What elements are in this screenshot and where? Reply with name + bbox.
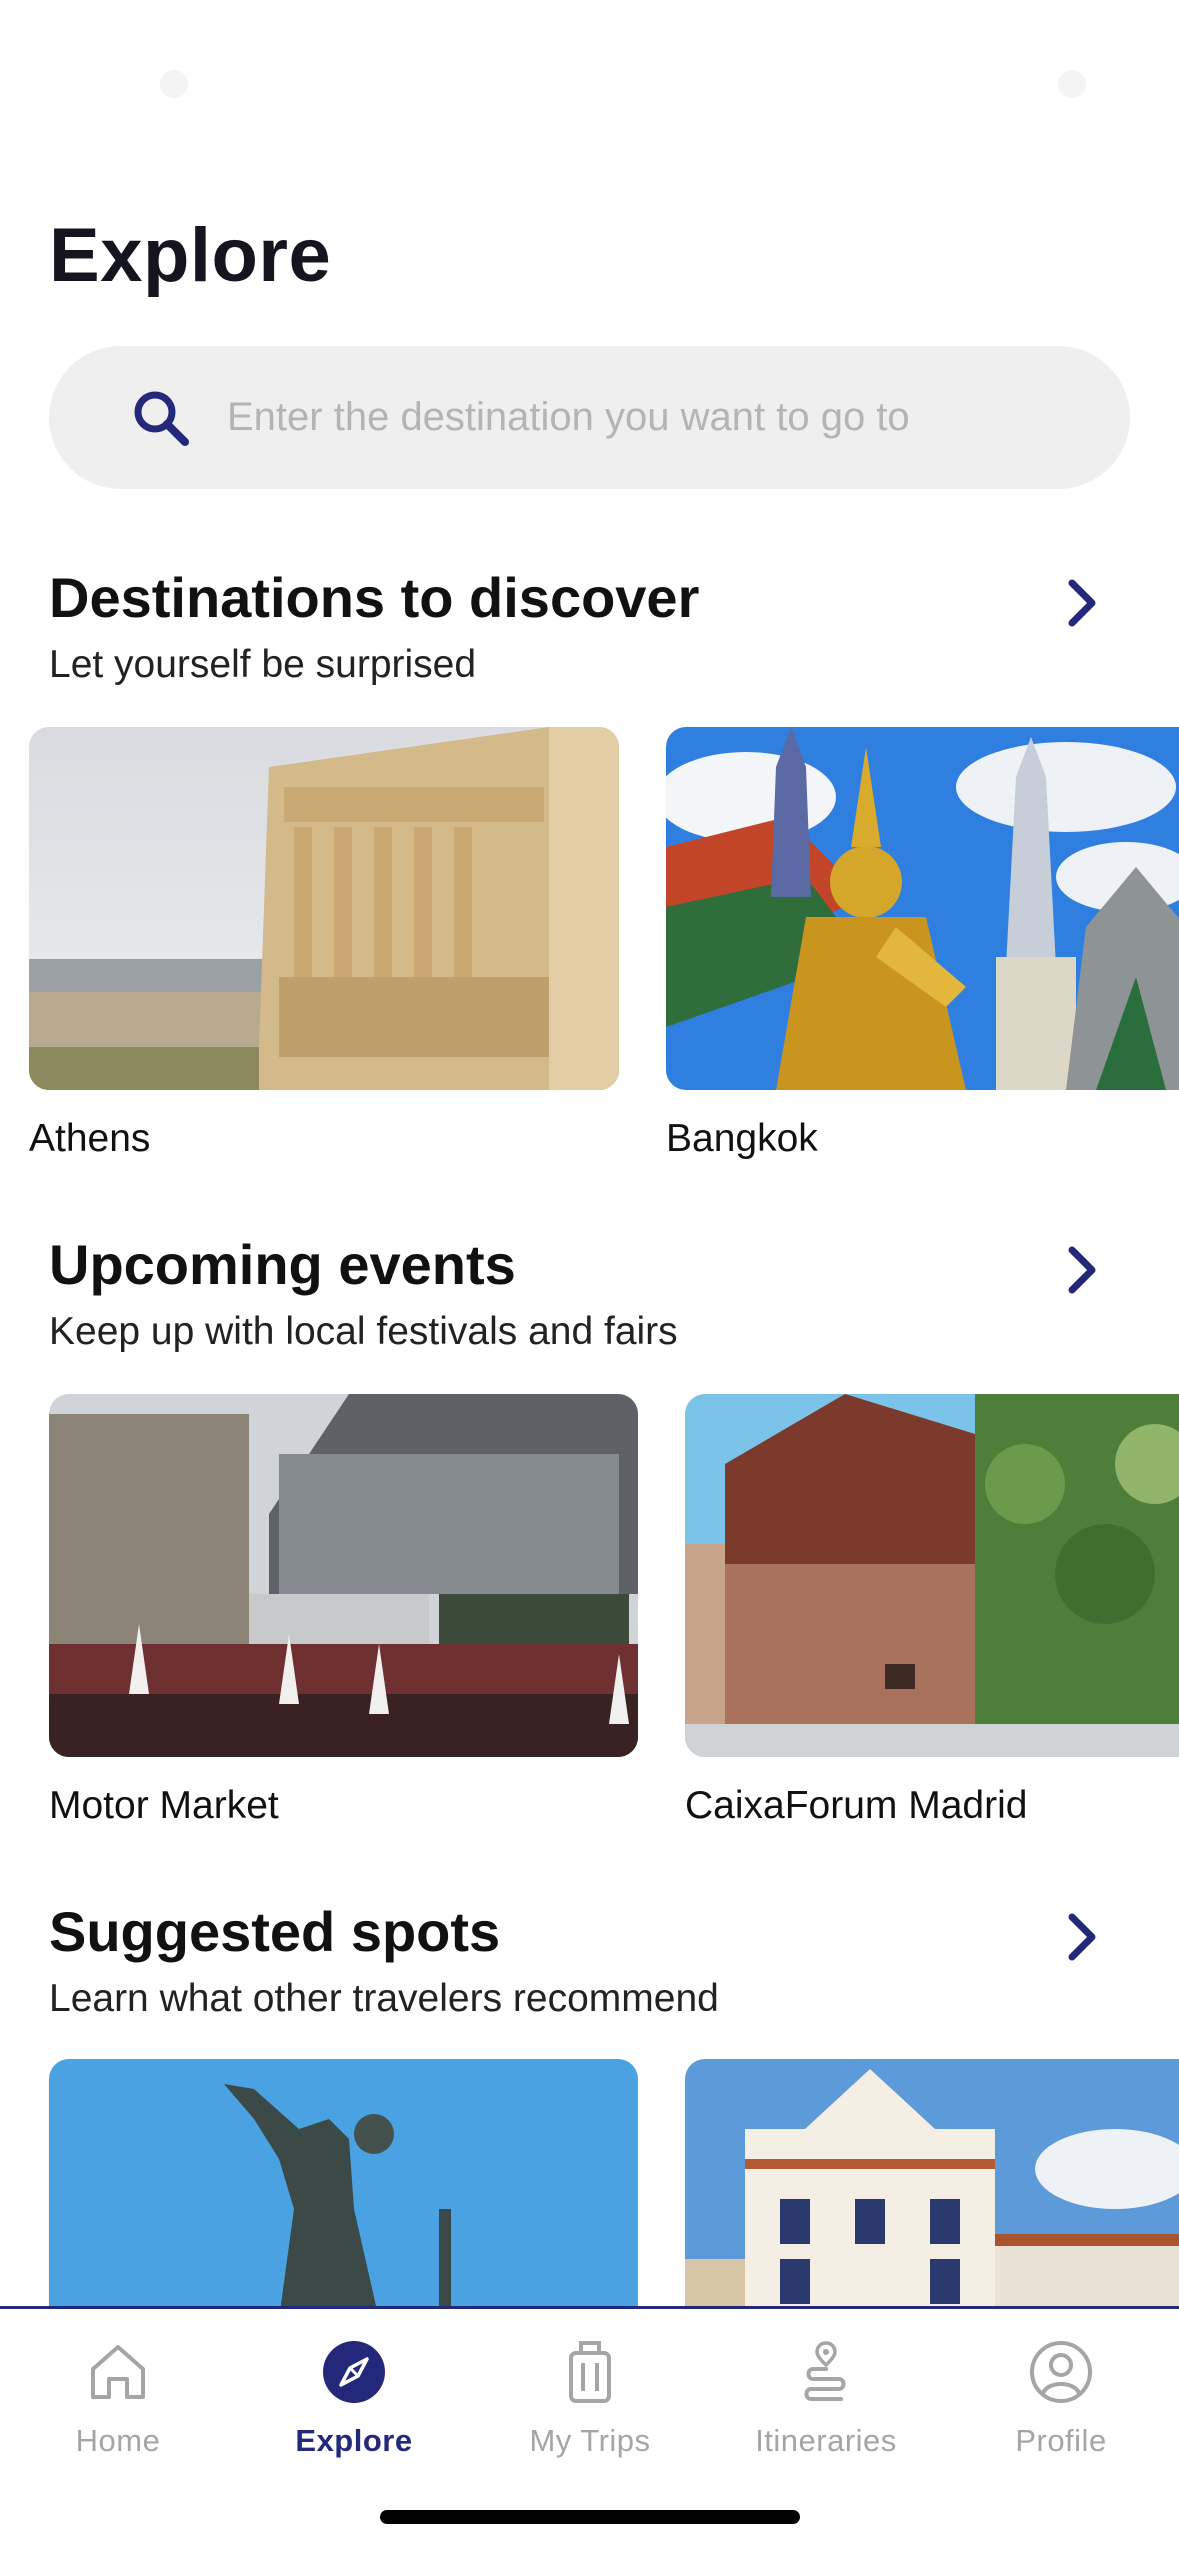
section-destinations: Destinations to discover Let yourself be… xyxy=(0,565,1179,1185)
event-card-motor-market[interactable]: Motor Market xyxy=(49,1394,638,1844)
search-input[interactable] xyxy=(227,395,1087,440)
section-spots: Suggested spots Learn what other travele… xyxy=(0,1899,1179,2319)
status-bar xyxy=(0,0,1179,170)
tab-home[interactable]: Home xyxy=(0,2339,236,2489)
tab-itineraries[interactable]: Itineraries xyxy=(708,2339,944,2489)
tab-profile[interactable]: Profile xyxy=(943,2339,1179,2489)
tab-label: Profile xyxy=(1015,2423,1107,2458)
section-title: Destinations to discover xyxy=(49,566,700,629)
section-events: Upcoming events Keep up with local festi… xyxy=(0,1232,1179,1852)
tab-label: Explore xyxy=(295,2423,413,2458)
route-icon xyxy=(804,2341,846,2401)
athens-photo xyxy=(29,727,619,1090)
spot-card[interactable] xyxy=(49,2059,638,2319)
destination-card-athens[interactable]: Athens xyxy=(29,727,619,1177)
search-bar[interactable] xyxy=(49,346,1130,489)
card-image xyxy=(49,1394,638,1757)
chevron-right-icon[interactable] xyxy=(1060,575,1104,631)
building-photo xyxy=(685,2059,1179,2319)
home-icon xyxy=(91,2345,145,2399)
card-image xyxy=(685,2059,1179,2319)
card-image xyxy=(29,727,619,1090)
bangkok-photo xyxy=(666,727,1179,1090)
tab-label: My Trips xyxy=(529,2423,651,2458)
spot-card[interactable] xyxy=(685,2059,1179,2319)
suitcase-icon xyxy=(569,2341,611,2403)
status-indicator xyxy=(160,70,188,98)
section-title: Upcoming events xyxy=(49,1233,516,1296)
card-label: Bangkok xyxy=(666,1117,818,1160)
card-label: CaixaForum Madrid xyxy=(685,1784,1028,1827)
destination-card-bangkok[interactable]: Bangkok xyxy=(666,727,1179,1177)
tab-label: Home xyxy=(75,2423,161,2458)
section-title: Suggested spots xyxy=(49,1900,501,1963)
page-title: Explore xyxy=(49,213,332,298)
card-image xyxy=(49,2059,638,2319)
caixaforum-photo xyxy=(685,1394,1179,1757)
search-icon xyxy=(134,391,189,446)
card-label: Motor Market xyxy=(49,1784,279,1827)
tab-explore[interactable]: Explore xyxy=(236,2339,472,2489)
user-icon xyxy=(1030,2341,1092,2403)
tab-my-trips[interactable]: My Trips xyxy=(472,2339,708,2489)
compass-icon xyxy=(323,2341,385,2403)
section-subtitle: Learn what other travelers recommend xyxy=(49,1977,719,2020)
section-subtitle: Keep up with local festivals and fairs xyxy=(49,1310,678,1353)
card-image xyxy=(685,1394,1179,1757)
card-label: Athens xyxy=(29,1117,151,1160)
motor-market-photo xyxy=(49,1394,638,1757)
section-subtitle: Let yourself be surprised xyxy=(49,643,477,686)
status-indicator xyxy=(1058,70,1086,98)
chevron-right-icon[interactable] xyxy=(1060,1242,1104,1298)
event-card-caixaforum[interactable]: CaixaForum Madrid xyxy=(685,1394,1179,1844)
card-image xyxy=(666,727,1179,1090)
home-indicator xyxy=(380,2510,800,2524)
statue-photo xyxy=(49,2059,638,2319)
chevron-right-icon[interactable] xyxy=(1060,1909,1104,1965)
tab-label: Itineraries xyxy=(755,2423,897,2458)
